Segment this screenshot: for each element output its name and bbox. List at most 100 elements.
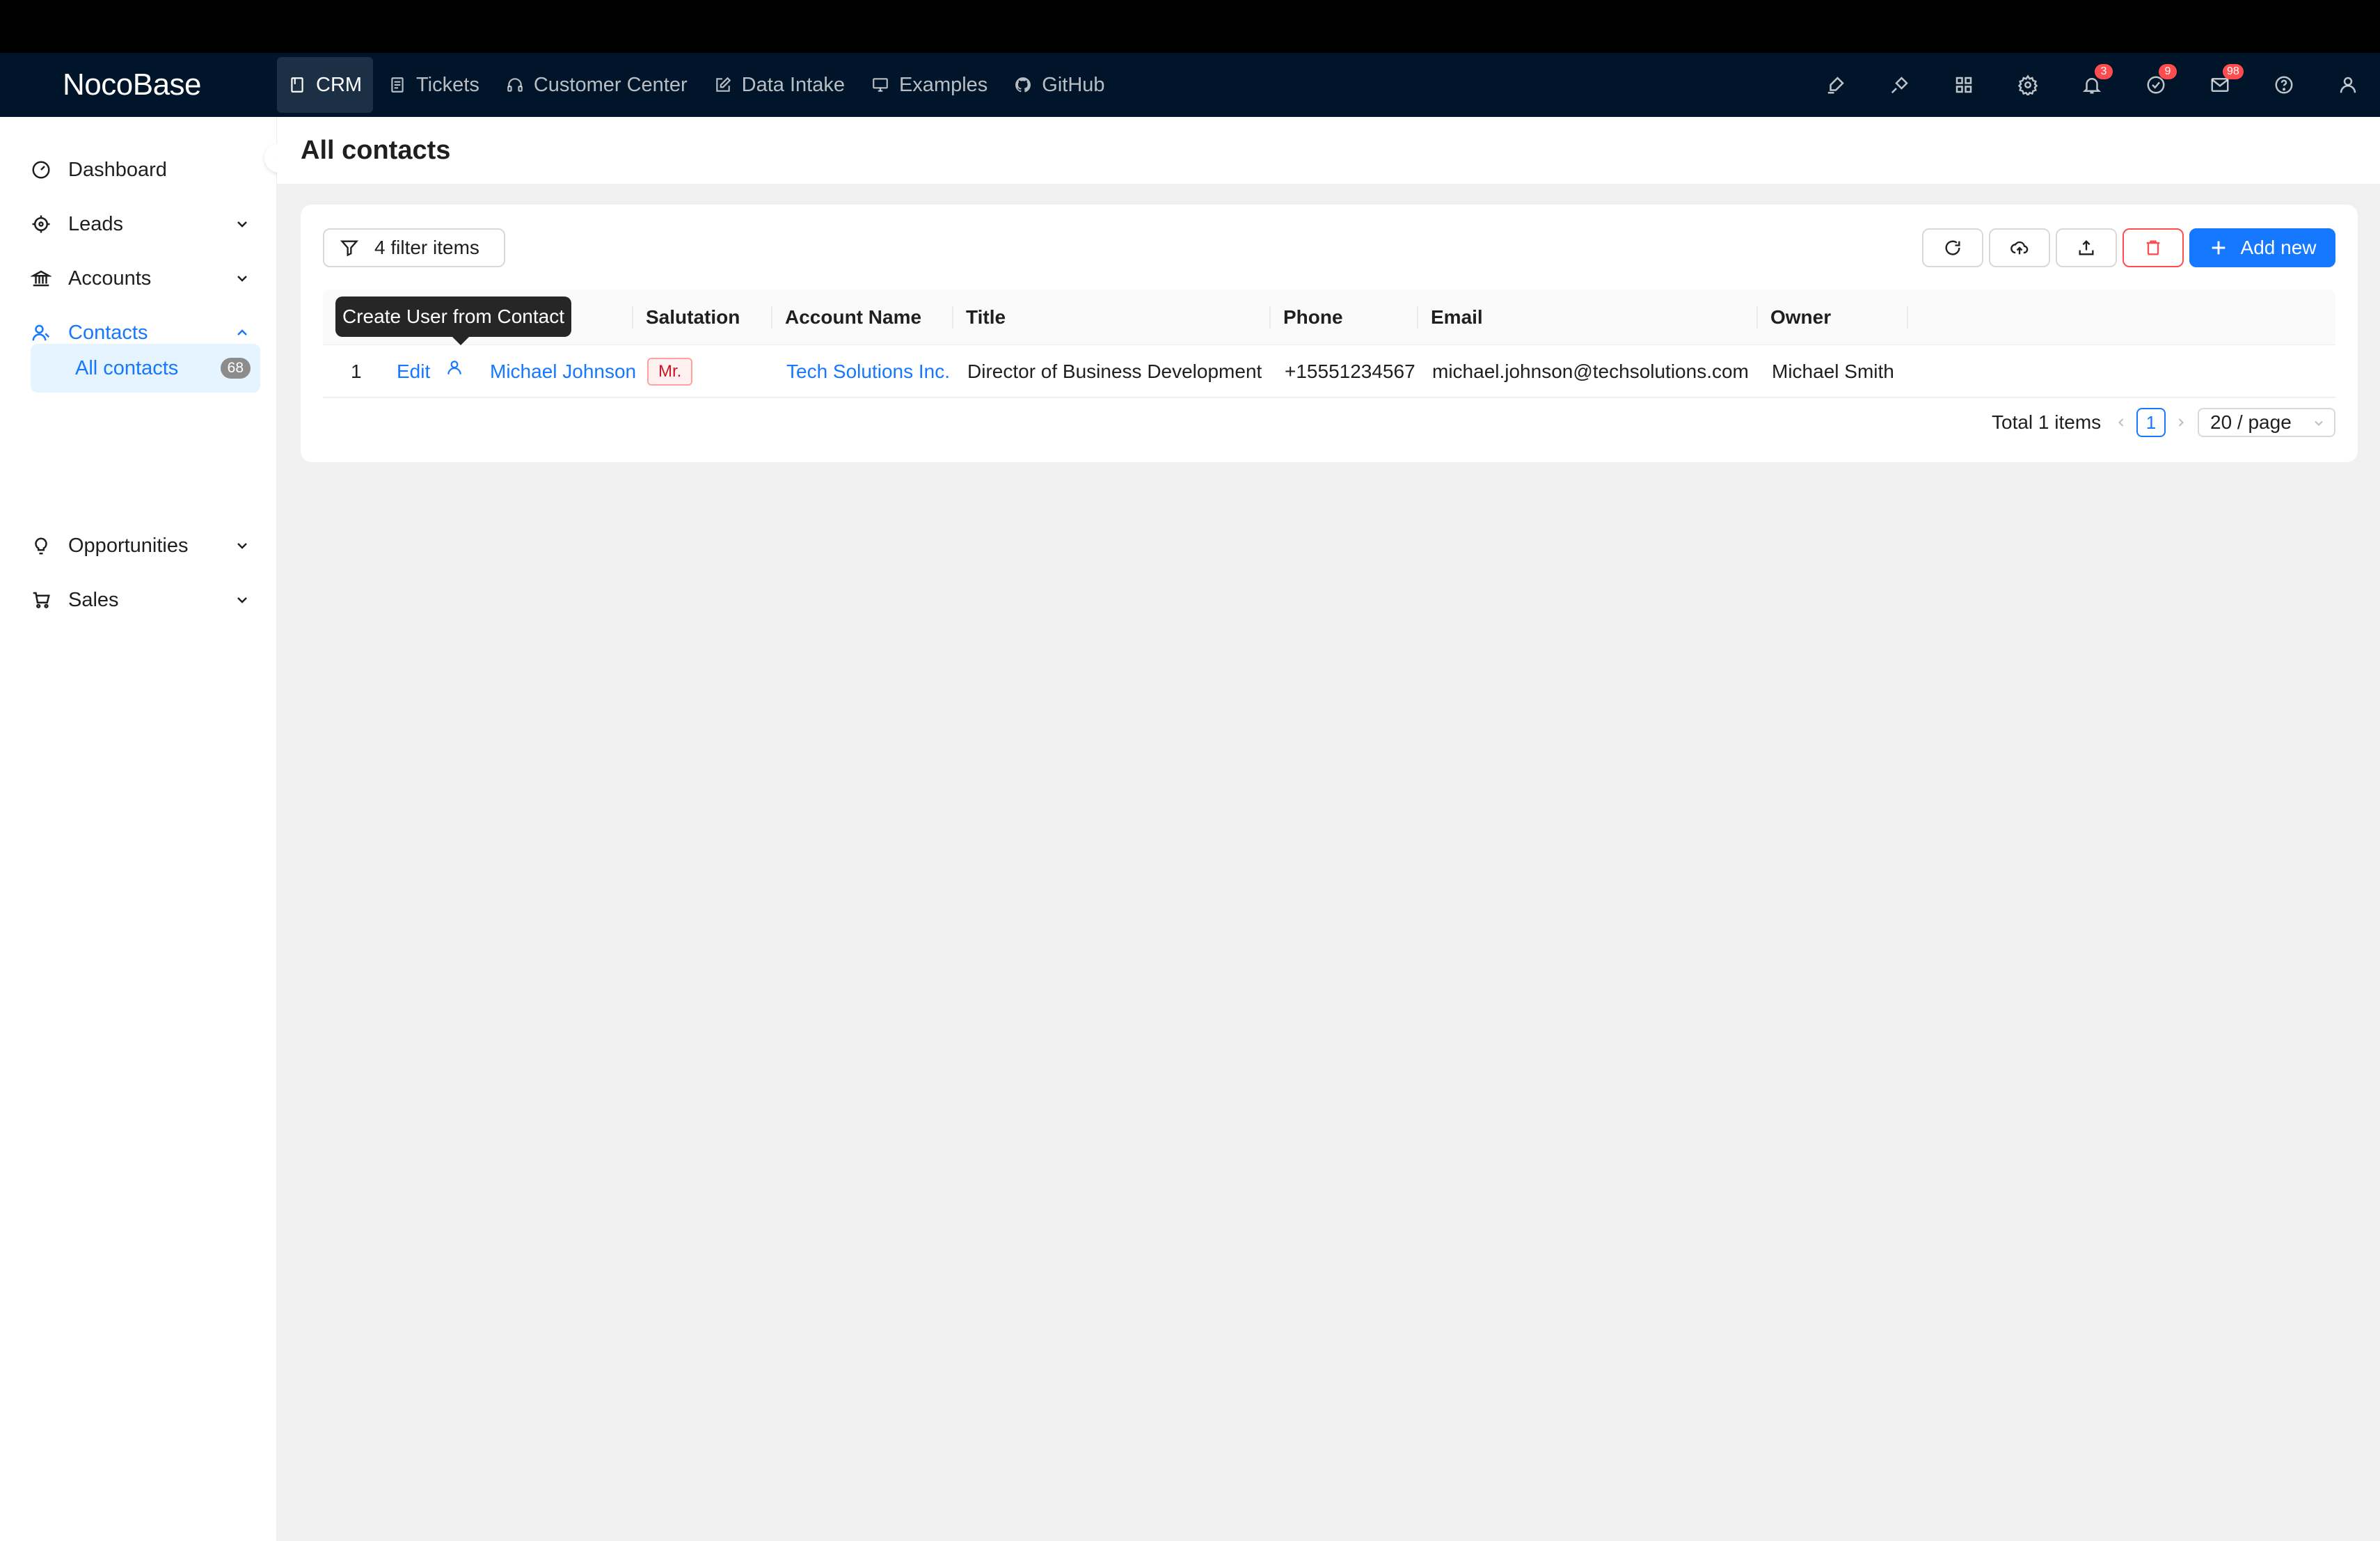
tooltip: Create User from Contact — [335, 297, 571, 345]
tasks-badge: 9 — [2159, 64, 2177, 79]
api-button[interactable] — [1868, 53, 1932, 117]
add-new-label: Add new — [2240, 237, 2317, 258]
column-header-phone[interactable]: Phone — [1283, 290, 1343, 345]
column-divider — [1269, 306, 1271, 329]
app-logo[interactable]: NocoBase — [0, 68, 277, 102]
page-header: All contacts — [277, 117, 2380, 184]
reload-icon — [1945, 240, 1960, 255]
help-button[interactable] — [2252, 53, 2316, 117]
plus-icon — [2212, 241, 2225, 255]
sidebar-item-label: Dashboard — [68, 158, 167, 181]
nav-item-customer-center[interactable]: Customer Center — [495, 57, 699, 113]
column-divider — [1756, 306, 1758, 329]
nav-item-data-intake[interactable]: Data Intake — [703, 57, 856, 113]
filter-button[interactable]: 4 filter items — [323, 228, 505, 267]
headset-icon — [507, 78, 523, 92]
mail-badge: 98 — [2223, 64, 2244, 79]
top-header: NocoBase CRM Tickets Customer Center Dat… — [0, 53, 2380, 117]
column-divider — [952, 306, 953, 329]
filter-label: 4 filter items — [374, 237, 479, 258]
settings-button[interactable] — [1996, 53, 2060, 117]
nav-item-crm[interactable]: CRM — [277, 57, 374, 113]
chevron-down-icon — [237, 221, 247, 228]
edit-icon — [715, 77, 731, 92]
contact-name-link[interactable]: Michael Johnson — [490, 345, 636, 398]
column-divider — [632, 306, 633, 329]
refresh-button[interactable] — [1922, 228, 1983, 267]
export-button[interactable] — [2056, 228, 2117, 267]
contacts-table-card: 4 filter items Add new Name Salutation A… — [301, 205, 2358, 462]
nav-item-label: Examples — [898, 73, 988, 96]
pagination-prev[interactable] — [2114, 408, 2128, 437]
desktop-icon — [873, 78, 888, 92]
pagination-next[interactable] — [2174, 408, 2188, 437]
contacts-icon — [31, 322, 51, 343]
column-header-title[interactable]: Title — [966, 290, 1006, 345]
column-header-owner[interactable]: Owner — [1770, 290, 1831, 345]
count-badge: 68 — [220, 358, 251, 379]
page-size-value: 20 / page — [2210, 411, 2292, 433]
nav-item-label: Tickets — [416, 73, 479, 96]
sidebar-item-label: Contacts — [68, 321, 148, 344]
user-menu-button[interactable] — [2316, 53, 2380, 117]
sidebar-item-dashboard[interactable]: Dashboard — [31, 146, 260, 193]
sidebar-item-all-contacts[interactable]: All contacts 68 — [31, 344, 260, 393]
apps-button[interactable] — [1932, 53, 1996, 117]
page-size-select[interactable]: 20 / page — [2198, 408, 2335, 437]
sidebar-item-label: All contacts — [75, 356, 179, 379]
notification-badge: 3 — [2095, 64, 2113, 79]
column-divider — [1907, 306, 1908, 329]
pagination-total: Total 1 items — [1992, 411, 2102, 433]
account-name-link[interactable]: Tech Solutions Inc. — [786, 345, 950, 398]
sidebar-item-label: Sales — [68, 588, 119, 611]
nav-item-github[interactable]: GitHub — [1003, 57, 1116, 113]
file-icon — [391, 77, 404, 93]
pagination-page-1[interactable]: 1 — [2136, 408, 2166, 437]
chevron-up-icon — [237, 329, 247, 335]
top-nav: CRM Tickets Customer Center Data Intake … — [277, 53, 1120, 117]
settings-icon — [2017, 74, 2038, 95]
sidebar-item-leads[interactable]: Leads — [31, 200, 260, 248]
column-header-email[interactable]: Email — [1431, 290, 1483, 345]
sidebar-item-sales[interactable]: Sales — [31, 576, 260, 624]
add-new-button[interactable]: Add new — [2189, 228, 2335, 267]
header-actions: 3 9 98 — [1804, 53, 2380, 117]
chevron-left-icon — [2118, 418, 2124, 427]
export-icon — [2079, 240, 2094, 255]
create-user-button[interactable] — [445, 344, 463, 397]
notifications-button[interactable]: 3 — [2060, 53, 2124, 117]
nav-item-examples[interactable]: Examples — [860, 57, 999, 113]
delete-button[interactable] — [2123, 228, 2184, 267]
highlight-icon — [1827, 77, 1844, 94]
sidebar-item-label: Leads — [68, 212, 124, 235]
phone-cell: +15551234567 — [1285, 361, 1415, 382]
api-icon — [1891, 77, 1908, 94]
help-icon — [2275, 76, 2293, 94]
tasks-button[interactable]: 9 — [2124, 53, 2188, 117]
delete-icon — [2146, 240, 2160, 255]
table-row: 1 Edit Michael Johnson Mr. Tech Solution… — [323, 345, 2335, 398]
sidebar: Dashboard Leads Accounts Contacts All co… — [0, 117, 277, 1541]
chevron-down-icon — [237, 597, 247, 603]
highlight-button[interactable] — [1804, 53, 1868, 117]
sidebar-item-label: Accounts — [68, 267, 152, 290]
sidebar-item-opportunities[interactable]: Opportunities — [31, 522, 260, 569]
page-title: All contacts — [301, 135, 451, 165]
import-button[interactable] — [1989, 228, 2050, 267]
book-icon — [291, 77, 303, 93]
chevron-down-icon — [237, 276, 247, 282]
column-header-account-name[interactable]: Account Name — [785, 290, 921, 345]
apps-icon — [1955, 77, 1972, 93]
mail-button[interactable]: 98 — [2188, 53, 2252, 117]
nav-item-tickets[interactable]: Tickets — [377, 57, 491, 113]
sidebar-item-accounts[interactable]: Accounts — [31, 255, 260, 302]
chevron-down-icon — [2315, 420, 2323, 426]
column-divider — [771, 306, 772, 329]
owner-cell: Michael Smith — [1772, 361, 1894, 382]
title-cell: Director of Business Development — [967, 361, 1262, 382]
edit-link[interactable]: Edit — [397, 345, 430, 398]
sidebar-item-label: Opportunities — [68, 534, 189, 557]
github-icon — [1015, 77, 1031, 93]
filter-icon — [340, 240, 359, 257]
column-header-salutation[interactable]: Salutation — [646, 290, 740, 345]
